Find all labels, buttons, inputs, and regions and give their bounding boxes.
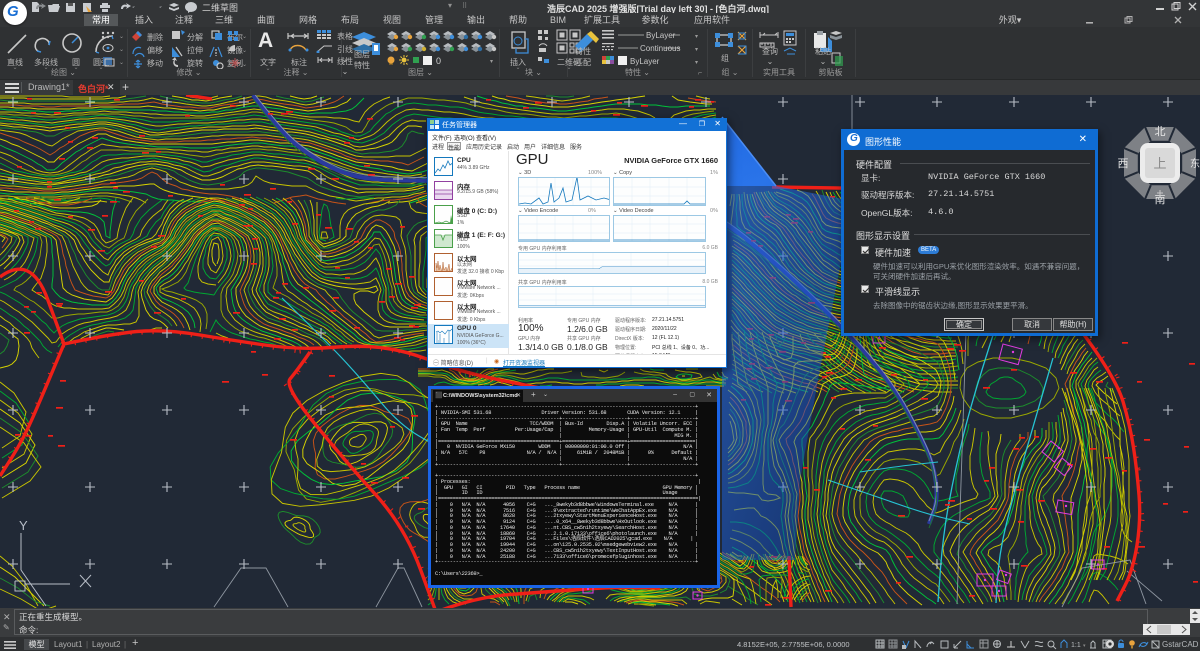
svg-text:⌄: ⌄ xyxy=(119,34,124,40)
svg-text:上: 上 xyxy=(1153,156,1166,171)
svg-text:▾: ▾ xyxy=(695,60,698,66)
svg-text:⌄: ⌄ xyxy=(119,60,124,66)
svg-text:Y: Y xyxy=(19,518,28,533)
svg-text:▾: ▾ xyxy=(490,59,493,65)
svg-text:ByLayer: ByLayer xyxy=(646,31,676,40)
svg-text:▾: ▾ xyxy=(695,34,698,40)
svg-text:ByLayer: ByLayer xyxy=(630,57,660,66)
svg-text:⌄: ⌄ xyxy=(119,47,124,53)
svg-text:▾: ▾ xyxy=(695,47,698,53)
svg-text:东: 东 xyxy=(1190,157,1200,170)
svg-text:0: 0 xyxy=(436,56,441,66)
svg-text:Continuous: Continuous xyxy=(640,44,680,53)
svg-text:1:1: 1:1 xyxy=(1071,642,1081,649)
svg-text:北: 北 xyxy=(1155,125,1166,138)
svg-text:西: 西 xyxy=(1118,158,1129,170)
svg-text:⌄: ⌄ xyxy=(242,48,247,54)
svg-text:⌄: ⌄ xyxy=(242,34,247,40)
svg-text:⌄: ⌄ xyxy=(242,62,247,68)
svg-text:▾: ▾ xyxy=(1083,643,1086,649)
